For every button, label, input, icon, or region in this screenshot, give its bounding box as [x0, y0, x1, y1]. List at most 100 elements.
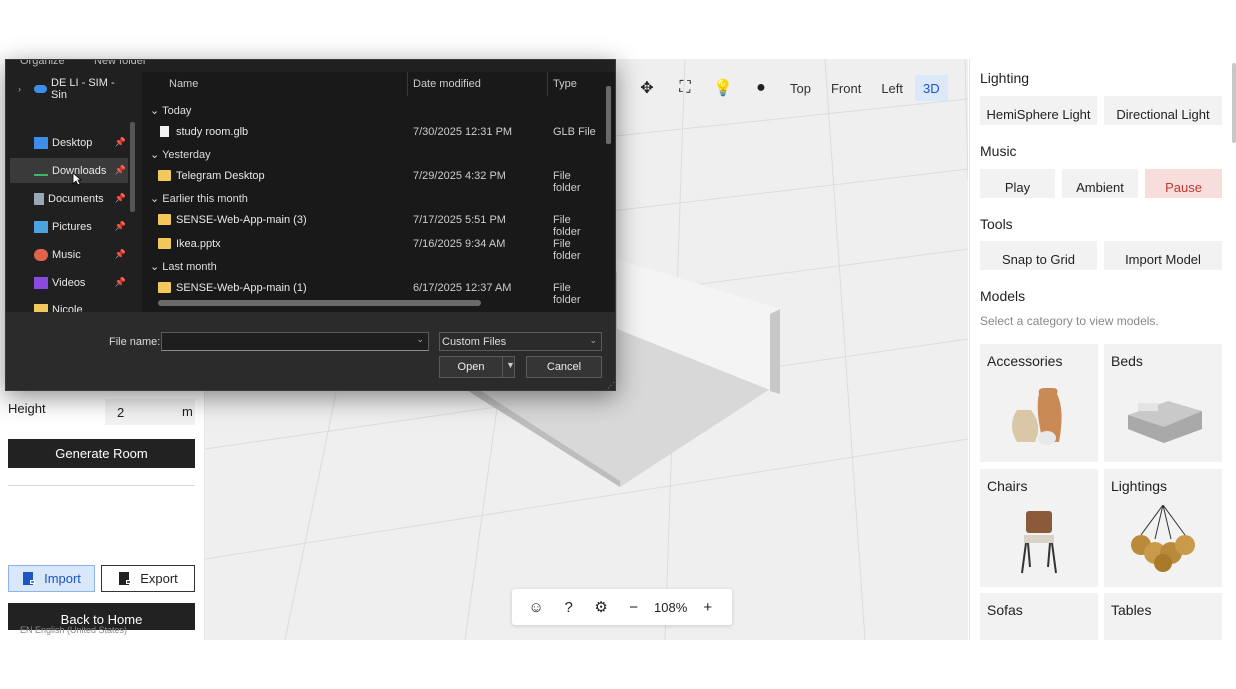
nav-item-downloads[interactable]: Downloads 📌: [10, 158, 128, 183]
import-icon: [23, 572, 36, 585]
file-row[interactable]: SENSE-Web-App-main (3) 7/17/2025 5:51 PM…: [158, 211, 598, 238]
file-type: GLB File: [553, 126, 596, 138]
pin-icon: 📌: [114, 221, 126, 231]
orbit-icon[interactable]: ✥: [630, 74, 664, 102]
music-title: Music: [980, 143, 1017, 159]
snap-to-grid-button[interactable]: Snap to Grid: [980, 241, 1097, 270]
nav-item-pictures[interactable]: Pictures 📌: [10, 214, 128, 239]
import-model-button[interactable]: Import Model: [1104, 241, 1222, 270]
folder-icon: [158, 170, 171, 181]
nav-item-onedrive[interactable]: › DE LI - SIM - Sin: [10, 76, 128, 101]
file-type-select[interactable]: Custom Files ⌄: [439, 332, 602, 351]
zoom-out-icon[interactable]: −: [622, 599, 646, 616]
tools-title: Tools: [980, 216, 1013, 232]
group-label: Earlier this month: [162, 193, 248, 205]
lighting-title: Lighting: [980, 70, 1030, 86]
dialog-footer: File name: ⌄ Custom Files ⌄ Open ▼ Cance…: [6, 312, 615, 390]
file-row[interactable]: SENSE-Web-App-main (1) 6/17/2025 12:37 A…: [158, 279, 598, 306]
category-label: Accessories: [987, 353, 1063, 369]
chevron-down-icon[interactable]: ⌄: [416, 334, 424, 345]
file-row[interactable]: Telegram Desktop 7/29/2025 4:32 PM File …: [158, 167, 598, 194]
mouse-cursor-icon: [72, 172, 82, 186]
chevron-right-icon: ›: [18, 83, 21, 94]
accessories-image: [980, 372, 1098, 458]
desktop-icon: [34, 136, 48, 149]
import-label: Import: [44, 571, 81, 586]
nav-scrollbar[interactable]: [130, 122, 135, 212]
group-label: Today: [162, 105, 192, 117]
file-open-dialog: Organize New folder › DE LI - SIM - Sin …: [5, 59, 616, 391]
settings-icon[interactable]: ⚙: [589, 598, 613, 616]
chevron-down-icon: ⌄: [589, 335, 597, 345]
file-date: 7/30/2025 12:31 PM: [413, 126, 513, 138]
category-card-lightings[interactable]: Lightings: [1104, 469, 1222, 587]
pin-icon: 📌: [114, 249, 126, 259]
new-folder-button[interactable]: New folder: [94, 60, 147, 67]
group-header-last-month[interactable]: ⌄ Last month: [150, 260, 217, 273]
play-button[interactable]: Play: [980, 169, 1055, 198]
right-panel-scrollbar[interactable]: [1232, 63, 1236, 143]
view-front-button[interactable]: Front: [823, 75, 869, 101]
group-header-today[interactable]: ⌄ Today: [150, 104, 191, 117]
ambient-button[interactable]: Ambient: [1062, 169, 1138, 198]
nav-item-music[interactable]: Music 📌: [10, 242, 128, 267]
horizontal-scrollbar[interactable]: [158, 300, 481, 306]
category-card-tables[interactable]: Tables: [1104, 593, 1222, 640]
nav-item-videos[interactable]: Videos 📌: [10, 270, 128, 295]
category-card-sofas[interactable]: Sofas: [980, 593, 1098, 640]
file-type-value: Custom Files: [442, 336, 507, 348]
download-icon: [34, 166, 48, 176]
hemisphere-light-button[interactable]: HemiSphere Light: [980, 96, 1097, 125]
generate-room-button[interactable]: Generate Room: [8, 439, 195, 468]
view-3d-button[interactable]: 3D: [915, 75, 948, 101]
chairs-image: [980, 497, 1098, 583]
column-header-date[interactable]: Date modified: [413, 78, 481, 90]
open-button[interactable]: Open ▼: [439, 356, 515, 378]
category-card-beds[interactable]: Beds: [1104, 344, 1222, 462]
file-name: study room.glb: [176, 126, 249, 138]
group-header-yesterday[interactable]: ⌄ Yesterday: [150, 148, 211, 161]
documents-icon: [34, 192, 44, 205]
open-label: Open: [457, 361, 485, 373]
nav-label: Pictures: [52, 220, 92, 233]
import-button[interactable]: Import: [8, 565, 95, 592]
pause-button[interactable]: Pause: [1145, 169, 1222, 198]
file-name-input[interactable]: ⌄: [161, 332, 429, 351]
category-card-accessories[interactable]: Accessories: [980, 344, 1098, 462]
category-card-chairs[interactable]: Chairs: [980, 469, 1098, 587]
category-label: Beds: [1111, 353, 1143, 369]
file-row[interactable]: study room.glb 7/30/2025 12:31 PM GLB Fi…: [158, 123, 598, 143]
models-title: Models: [980, 288, 1026, 304]
file-name: SENSE-Web-App-main (1): [176, 282, 307, 294]
chevron-down-icon[interactable]: ▼: [506, 360, 515, 370]
export-button[interactable]: Export: [101, 565, 195, 592]
help-icon[interactable]: ?: [557, 599, 581, 616]
view-top-button[interactable]: Top: [782, 75, 819, 101]
directional-light-button[interactable]: Directional Light: [1104, 96, 1222, 125]
folder-icon: [158, 238, 171, 249]
light-off-icon[interactable]: 💡: [706, 74, 740, 102]
nav-label: Documents: [48, 192, 104, 205]
group-header-earlier[interactable]: ⌄ Earlier this month: [150, 192, 248, 205]
nav-item-documents[interactable]: Documents 📌: [10, 186, 128, 211]
vertical-scrollbar[interactable]: [606, 86, 611, 144]
avatar-icon[interactable]: ☺: [524, 599, 548, 616]
file-row[interactable]: Ikea.pptx 7/16/2025 9:34 AM File folder: [158, 235, 598, 262]
file-date: 7/17/2025 5:51 PM: [413, 214, 506, 226]
app-root: Height m Generate Room Import Export Bac…: [0, 0, 1236, 689]
fit-view-icon[interactable]: ⛶: [668, 74, 702, 102]
view-left-button[interactable]: Left: [873, 75, 911, 101]
pin-icon: 📌: [114, 277, 126, 287]
cancel-button[interactable]: Cancel: [526, 356, 602, 378]
nav-item-desktop[interactable]: Desktop 📌: [10, 130, 128, 155]
column-header-name[interactable]: Name: [169, 78, 198, 90]
column-header-type[interactable]: Type: [553, 78, 577, 90]
group-label: Last month: [162, 261, 217, 273]
height-label: Height: [8, 401, 46, 416]
light-on-icon[interactable]: ●: [744, 74, 778, 102]
resize-grip-icon[interactable]: ⋰: [607, 381, 615, 390]
organize-menu[interactable]: Organize: [20, 60, 65, 67]
pictures-icon: [34, 220, 48, 233]
file-list: Name Date modified Type ⌄ Today study ro…: [142, 72, 615, 312]
zoom-in-icon[interactable]: +: [696, 599, 720, 616]
